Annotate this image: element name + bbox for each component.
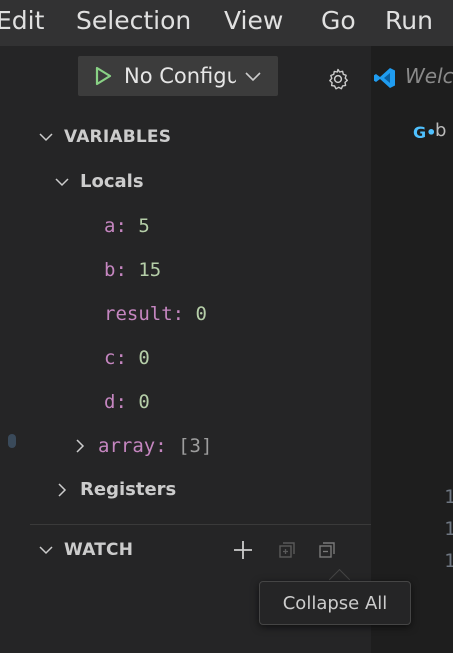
editor-tab-welcome[interactable]: Welcome bbox=[371, 60, 453, 100]
line-number: 4 bbox=[371, 294, 453, 316]
variable-colon: : bbox=[155, 435, 179, 457]
play-icon[interactable] bbox=[92, 65, 114, 87]
menu-view[interactable]: View bbox=[224, 4, 283, 38]
menu-bar: Edit Selection View Go Run bbox=[0, 0, 453, 46]
line-number: 7 bbox=[371, 390, 453, 412]
activity-indicator bbox=[8, 434, 16, 448]
menu-run[interactable]: Run bbox=[385, 4, 433, 38]
collapse-icon[interactable] bbox=[275, 538, 299, 562]
chevron-right-icon bbox=[58, 483, 67, 497]
variable-row[interactable]: b: 15 bbox=[30, 248, 371, 292]
variable-row[interactable]: d: 0 bbox=[30, 380, 371, 424]
line-number: 10 bbox=[444, 486, 453, 508]
line-number: 6 bbox=[371, 358, 453, 380]
variable-colon: : bbox=[115, 215, 139, 237]
variable-row[interactable]: c: 0 bbox=[30, 336, 371, 380]
variable-value: 0 bbox=[195, 303, 207, 325]
variable-name: d bbox=[104, 391, 116, 413]
variable-value: [3] bbox=[178, 435, 213, 457]
line-number: 2 bbox=[371, 230, 453, 252]
scope-label: Locals bbox=[80, 171, 144, 192]
variable-row[interactable]: a: 5 bbox=[30, 204, 371, 248]
chevron-right-icon[interactable] bbox=[72, 438, 88, 454]
chevron-down-icon bbox=[55, 178, 69, 187]
tab-title: Welcome bbox=[405, 64, 453, 88]
scope-label: Registers bbox=[80, 479, 177, 500]
variable-name: array bbox=[98, 435, 156, 457]
variable-name: b bbox=[104, 259, 116, 281]
variable-value: 5 bbox=[138, 215, 150, 237]
chevron-down-icon bbox=[245, 72, 261, 82]
variable-colon: : bbox=[172, 303, 196, 325]
debug-configuration-select[interactable]: No Configurations bbox=[78, 56, 278, 96]
activity-bar bbox=[0, 46, 30, 653]
collapse-all-icon[interactable] bbox=[315, 538, 339, 562]
breadcrumb-text: b bbox=[435, 120, 447, 141]
line-number: 1 bbox=[371, 198, 453, 220]
menu-selection[interactable]: Selection bbox=[76, 4, 191, 38]
configuration-label: No Configurations bbox=[124, 64, 236, 88]
tooltip: Collapse All bbox=[259, 581, 411, 625]
variable-name: a bbox=[104, 215, 116, 237]
variable-row[interactable]: result: 0 bbox=[30, 292, 371, 336]
variable-colon: : bbox=[115, 391, 139, 413]
gear-icon[interactable] bbox=[326, 67, 350, 91]
variable-value: 0 bbox=[138, 347, 150, 369]
line-number: 8 bbox=[371, 422, 453, 444]
variable-row-array[interactable]: array: [3] bbox=[30, 424, 371, 468]
line-number: 12 bbox=[444, 550, 453, 572]
menu-edit[interactable]: Edit bbox=[0, 4, 44, 38]
menu-go[interactable]: Go bbox=[321, 4, 356, 38]
variables-section-header[interactable]: VARIABLES bbox=[30, 120, 371, 154]
debug-sidebar: No Configurations VARIABLES Locals a: 5 … bbox=[30, 46, 372, 653]
scope-locals[interactable]: Locals bbox=[30, 160, 371, 204]
variable-colon: : bbox=[115, 347, 139, 369]
chevron-down-icon bbox=[39, 133, 53, 142]
editor-area: Welcome G• b 1 2 3 4 5 6 7 8 9 10 11 12 bbox=[371, 46, 453, 653]
vscode-icon bbox=[374, 68, 395, 88]
variables-title: VARIABLES bbox=[64, 127, 172, 147]
debug-toolbar: No Configurations bbox=[30, 46, 371, 112]
variable-name: result bbox=[104, 303, 173, 325]
watch-section-header[interactable]: WATCH bbox=[30, 524, 371, 575]
variable-value: 0 bbox=[138, 391, 150, 413]
breadcrumb[interactable]: G• b bbox=[371, 114, 453, 150]
watch-title: WATCH bbox=[64, 540, 134, 560]
variable-name: c bbox=[104, 347, 116, 369]
line-number: 5 bbox=[371, 326, 453, 348]
line-number: 11 bbox=[444, 518, 453, 540]
line-number: 9 bbox=[371, 454, 453, 476]
variable-colon: : bbox=[115, 259, 139, 281]
chevron-down-icon bbox=[39, 546, 53, 555]
scope-registers[interactable]: Registers bbox=[30, 468, 371, 512]
symbol-class-icon: G• bbox=[413, 123, 437, 142]
add-expression-icon[interactable] bbox=[231, 538, 255, 562]
variable-value: 15 bbox=[138, 259, 162, 281]
line-number: 3 bbox=[371, 262, 453, 284]
